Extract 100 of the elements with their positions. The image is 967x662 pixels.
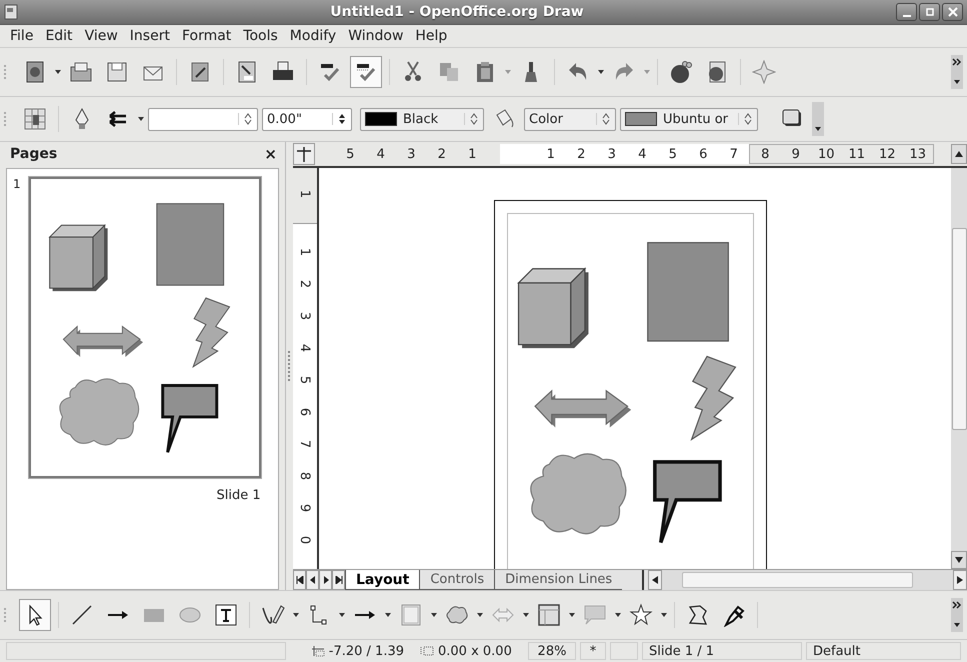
ruler-number: 7 xyxy=(728,146,739,162)
slide-indicator: Slide 1 / 1 xyxy=(642,642,802,660)
dropdown-caret-icon[interactable] xyxy=(661,613,667,617)
dropdown-caret-icon[interactable] xyxy=(598,70,604,74)
menu-item[interactable]: Insert xyxy=(124,28,176,44)
object-size: 0.00 x 0.00 xyxy=(438,644,512,658)
ruler-number: 1 xyxy=(296,248,314,256)
horizontal-ruler[interactable]: 5 4 3 2 1 1 2 3 4 5 6 7 8 9 10 11 12 13 xyxy=(315,144,951,164)
line-width-field[interactable]: 0.00" xyxy=(262,108,352,130)
ruler-number: 6 xyxy=(698,146,708,162)
panel-title: Pages xyxy=(10,146,58,162)
first-tab-button[interactable] xyxy=(293,570,306,590)
dropdown-caret-icon[interactable] xyxy=(339,613,345,617)
select-pointer-icon[interactable] xyxy=(19,599,51,631)
last-icon xyxy=(334,576,342,584)
dropdown-caret-icon[interactable] xyxy=(293,613,299,617)
ruler-number: 4 xyxy=(637,146,648,162)
dropdown-caret-icon[interactable] xyxy=(615,613,621,617)
dropdown-caret-icon[interactable] xyxy=(569,613,575,617)
zoom-level[interactable]: 28% xyxy=(528,642,576,660)
menu-item[interactable]: Edit xyxy=(39,28,79,44)
ruler-number: 11 xyxy=(847,146,866,162)
page-style: Default xyxy=(806,642,961,660)
previous-tab-button[interactable] xyxy=(306,570,319,590)
scroll-left-button[interactable] xyxy=(648,570,662,590)
menu-item[interactable]: Format xyxy=(176,28,238,44)
close-button[interactable] xyxy=(942,3,963,21)
close-icon xyxy=(948,7,958,17)
fill-color-dropdown[interactable]: Ubuntu or xyxy=(620,108,758,130)
minimize-icon xyxy=(902,15,910,17)
ruler-number: 9 xyxy=(296,504,314,512)
ruler-number: 7 xyxy=(296,440,314,448)
last-tab-button[interactable] xyxy=(332,570,345,590)
menu-item[interactable]: View xyxy=(78,28,124,44)
ruler-number: 3 xyxy=(296,312,314,320)
ruler-origin-icon[interactable] xyxy=(293,143,315,165)
ruler-number: 8 xyxy=(760,146,770,162)
callout-shape xyxy=(160,384,218,454)
layer-tab[interactable]: Controls xyxy=(419,570,494,590)
area-style-dropdown[interactable]: Color xyxy=(524,108,616,130)
ruler-number: 12 xyxy=(878,146,897,162)
slide-caption: Slide 1 xyxy=(216,488,261,503)
dropdown-caret-icon[interactable] xyxy=(477,613,483,617)
ruler-number: 4 xyxy=(296,344,314,352)
menu-item[interactable]: File xyxy=(4,28,40,44)
scroll-right-button[interactable] xyxy=(953,570,967,590)
ruler-number: 8 xyxy=(296,472,314,480)
page-number: 1 xyxy=(13,177,21,193)
maximize-icon xyxy=(924,7,934,17)
maximize-button[interactable] xyxy=(919,3,940,21)
first-icon xyxy=(296,576,304,584)
vertical-scrollbar[interactable] xyxy=(951,168,967,569)
position-icon xyxy=(310,645,325,657)
menu-item[interactable]: Help xyxy=(409,28,454,44)
dropdown-caret-icon[interactable] xyxy=(431,613,437,617)
ruler-number: 5 xyxy=(345,146,356,162)
auto-spellcheck-icon[interactable] xyxy=(350,56,382,88)
dropdown-caret-icon[interactable] xyxy=(138,117,144,121)
dropdown-caret-icon[interactable] xyxy=(523,613,529,617)
layer-tab[interactable]: Layout xyxy=(345,570,420,590)
scroll-up-button[interactable] xyxy=(951,144,967,164)
window-title: Untitled1 - OpenOffice.org Draw xyxy=(329,4,585,20)
menu-item[interactable]: Window xyxy=(342,28,410,44)
ruler-number: 2 xyxy=(436,146,447,162)
slide-thumbnail[interactable] xyxy=(28,177,261,478)
layer-tab[interactable]: Dimension Lines xyxy=(494,570,622,590)
down-triangle-icon xyxy=(955,557,963,563)
overflow-chevron-icon[interactable] xyxy=(812,102,824,136)
spin-arrows-icon xyxy=(744,113,752,125)
minimize-button[interactable] xyxy=(896,3,917,21)
dropdown-caret-icon[interactable] xyxy=(55,70,61,74)
menu-item[interactable]: Modify xyxy=(284,28,342,44)
ruler-number: 2 xyxy=(576,146,586,162)
horizontal-scrollbar[interactable] xyxy=(648,570,967,590)
left-triangle-icon xyxy=(308,576,316,584)
ruler-number: 3 xyxy=(406,146,416,162)
line-color-dropdown[interactable]: Black xyxy=(360,108,484,130)
overflow-chevron-icon[interactable] xyxy=(951,55,963,89)
scroll-thumb[interactable] xyxy=(682,572,913,588)
scroll-thumb[interactable] xyxy=(952,228,967,430)
right-triangle-icon xyxy=(322,576,330,584)
ruler-number: 0 xyxy=(296,536,314,544)
ruler-number: 5 xyxy=(668,146,678,162)
close-panel-button[interactable]: × xyxy=(264,145,277,163)
ruler-number: 10 xyxy=(816,146,836,162)
menu-item[interactable]: Tools xyxy=(237,28,284,44)
overflow-chevron-icon[interactable] xyxy=(951,598,963,632)
ruler-number: 1 xyxy=(546,146,556,162)
next-tab-button[interactable] xyxy=(319,570,332,590)
ruler-number: 2 xyxy=(296,280,314,288)
dropdown-caret-icon[interactable] xyxy=(385,613,391,617)
size-icon xyxy=(420,645,434,657)
spin-arrows-icon xyxy=(338,113,346,125)
cursor-position: -7.20 / 1.39 xyxy=(328,644,404,658)
modified-indicator: * xyxy=(580,642,606,660)
spin-arrows-icon xyxy=(470,113,478,125)
scroll-down-button[interactable] xyxy=(951,551,967,569)
ruler-number: 3 xyxy=(606,146,617,162)
ruler-number: 13 xyxy=(908,146,928,162)
lightning-shape xyxy=(192,297,230,368)
